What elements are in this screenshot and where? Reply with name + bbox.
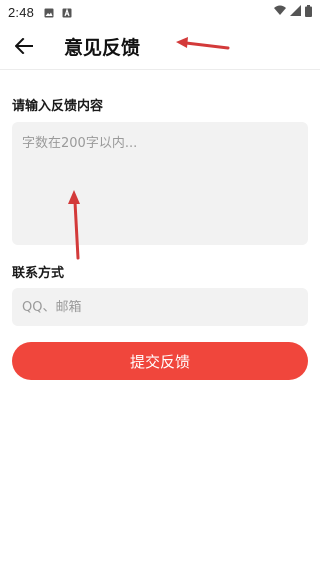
- submit-feedback-button[interactable]: 提交反馈: [12, 342, 308, 380]
- back-button[interactable]: [10, 34, 38, 62]
- status-time: 2:48: [8, 4, 35, 20]
- battery-icon: [305, 4, 312, 20]
- wifi-icon: [274, 5, 286, 19]
- contact-label: 联系方式: [12, 266, 65, 281]
- contact-input[interactable]: [22, 299, 298, 315]
- page-title: 意见反馈: [64, 37, 141, 59]
- app-bar: 意见反馈: [0, 24, 320, 70]
- status-right-icons: [274, 4, 312, 20]
- content-field[interactable]: [12, 122, 308, 245]
- content-label: 请输入反馈内容: [12, 99, 104, 114]
- annotation-arrow-left-icon: [176, 37, 230, 50]
- image-notification-icon: [44, 7, 54, 18]
- cellular-signal-icon: [290, 5, 301, 19]
- contact-field[interactable]: [12, 288, 308, 326]
- a-notification-icon: [62, 7, 72, 18]
- status-bar: 2:48: [0, 0, 320, 24]
- annotation-arrow-up-icon: [68, 190, 80, 260]
- arrow-left-icon: [14, 37, 33, 58]
- feedback-content-input[interactable]: [22, 132, 298, 235]
- feedback-screen: 2:48 意见反馈 请输入反馈内容 字数在200字以内... 联系方式 QQ、邮…: [0, 0, 320, 568]
